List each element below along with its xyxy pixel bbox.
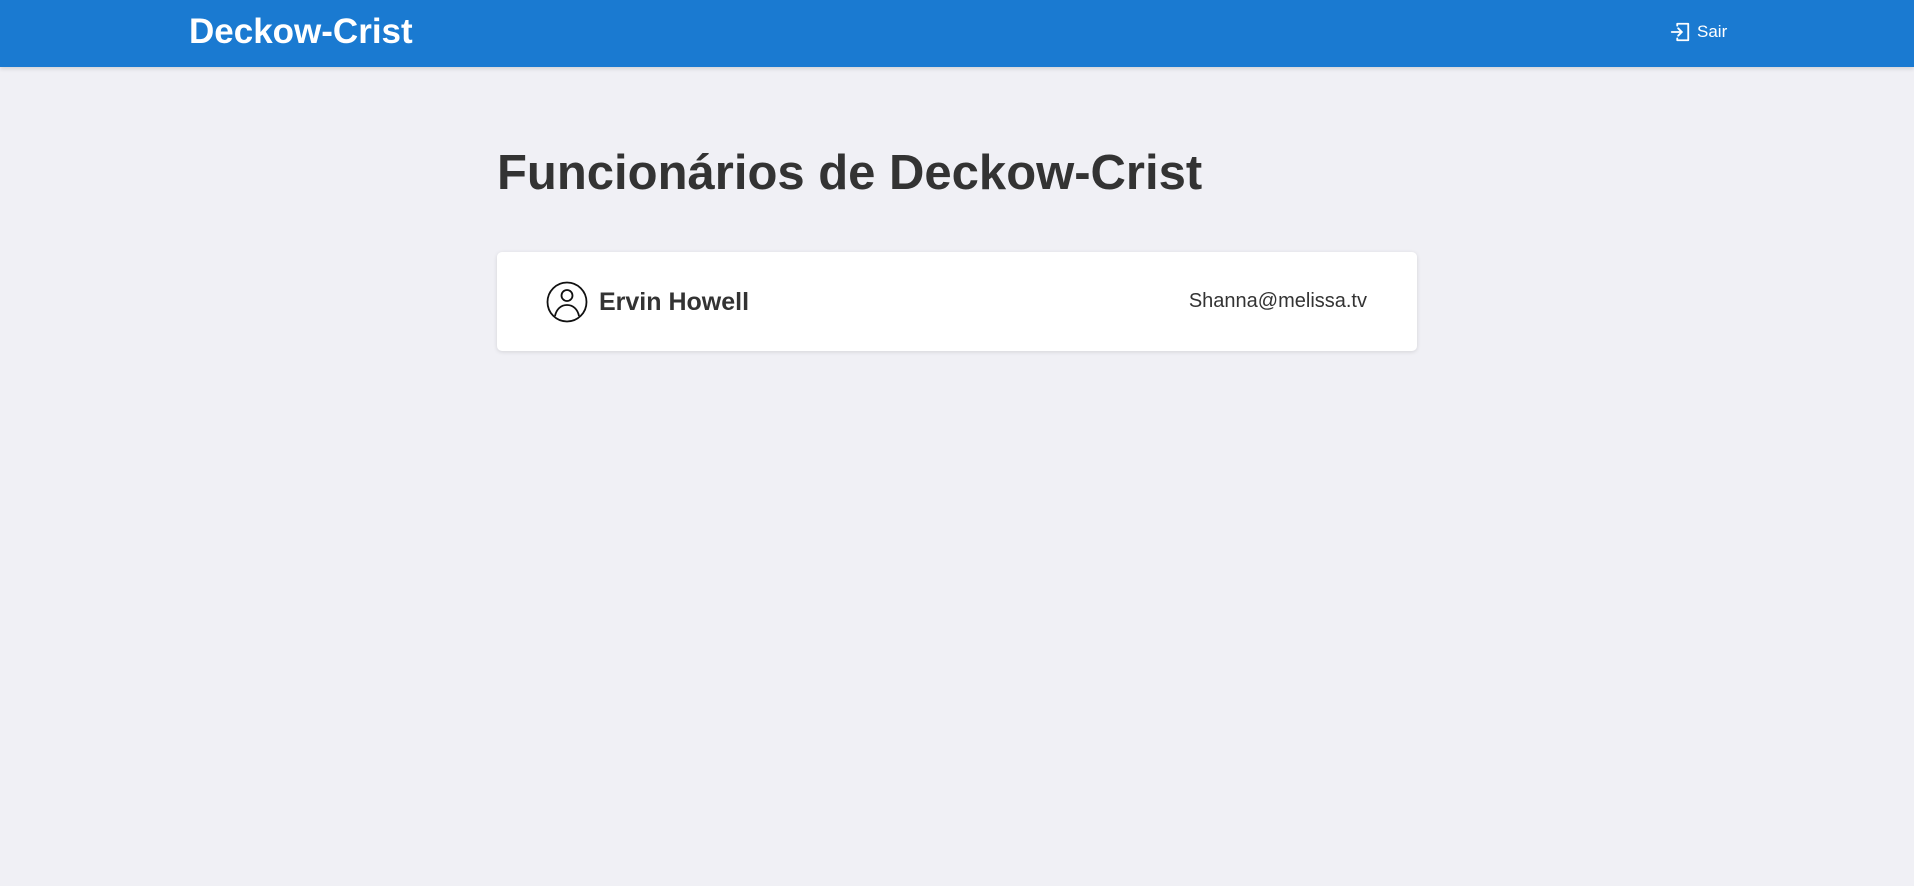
user-circle-icon [546, 281, 588, 323]
employee-email: Shanna@melissa.tv [1188, 290, 1367, 312]
employee-card[interactable]: Ervin Howell Shanna@melissa.tv [497, 252, 1417, 351]
brand-title[interactable]: Deckow-Crist [189, 10, 413, 54]
page-title: Funcionários de Deckow-Crist [497, 146, 1203, 200]
logout-label: Sair [1697, 22, 1728, 41]
logout-button[interactable]: Sair [1669, 20, 1727, 44]
employee-info: Ervin Howell [546, 281, 749, 323]
logout-icon [1669, 21, 1691, 43]
top-navbar: Deckow-Crist Sair [0, 0, 1914, 67]
employee-name: Ervin Howell [599, 287, 750, 316]
